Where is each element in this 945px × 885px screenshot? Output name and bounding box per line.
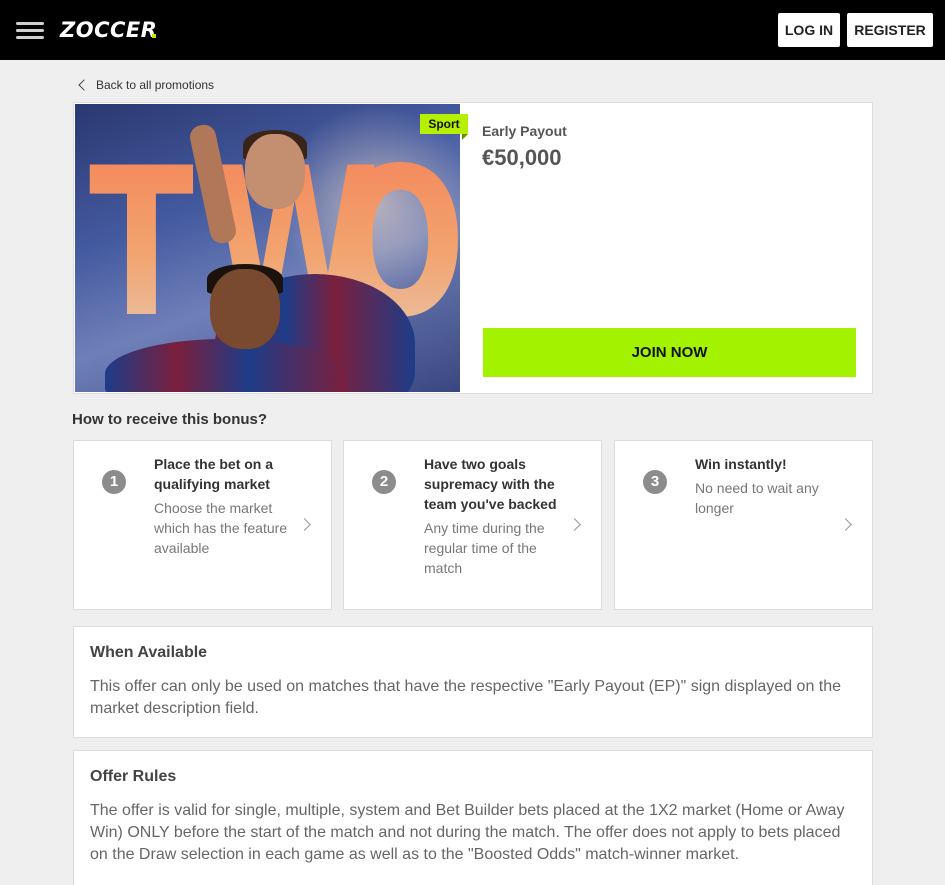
chevron-right-icon [298, 518, 311, 531]
when-available-section: When Available This offer can only be us… [73, 626, 873, 738]
step-title: Place the bet on a qualifying market Cho… [154, 454, 289, 558]
chevron-right-icon [839, 518, 852, 531]
badge-tail [462, 134, 468, 140]
section-title: How to receive this bonus? [72, 411, 268, 428]
step-card[interactable]: 3 Win instantly! No need to wait any lon… [614, 440, 873, 610]
logo-dot [152, 34, 157, 38]
promotion-type: Early Payout [482, 123, 567, 139]
step-description: Choose the market which has the feature … [154, 500, 288, 556]
offer-rules-section: Offer Rules The offer is valid for singl… [73, 750, 873, 885]
step-title-text: Place the bet on a qualifying market [154, 456, 274, 492]
login-button[interactable]: LOG IN [778, 13, 840, 47]
step-card[interactable]: 1 Place the bet on a qualifying market C… [73, 440, 332, 610]
step-title: Win instantly! No need to wait any longe… [695, 454, 830, 518]
step-title-text: Have two goals supremacy with the team y… [424, 456, 557, 512]
chevron-right-icon [568, 518, 581, 531]
image-letter: T [89, 125, 194, 363]
back-to-promotions-link[interactable]: Back to all promotions [76, 76, 214, 94]
back-link-label: Back to all promotions [96, 78, 215, 92]
offer-rules-title: Offer Rules [90, 768, 177, 785]
step-card[interactable]: 2 Have two goals supremacy with the team… [343, 440, 602, 610]
step-description: No need to wait any longer [695, 480, 819, 516]
menu-icon[interactable] [16, 20, 44, 40]
player-head [245, 134, 305, 209]
promotion-image: T W O [75, 104, 460, 392]
step-description: Any time during the regular time of the … [424, 520, 545, 576]
step-title: Have two goals supremacy with the team y… [424, 454, 559, 578]
register-button[interactable]: REGISTER [847, 13, 933, 47]
promotion-amount: €50,000 [482, 145, 562, 170]
when-available-text: This offer can only be used on matches t… [90, 678, 842, 717]
category-badge: Sport [420, 114, 468, 134]
logo-text: ZOCCER [60, 18, 158, 42]
step-number: 3 [643, 470, 667, 494]
logo[interactable]: ZOCCER [60, 16, 157, 44]
step-number: 1 [102, 470, 126, 494]
join-now-button[interactable]: JOIN NOW [483, 328, 856, 377]
top-navigation-bar: ZOCCER LOG IN REGISTER [0, 0, 945, 60]
promotion-card: T W O Sport Early Payout €50,000 JOIN NO… [73, 102, 873, 394]
offer-rules-text: The offer is valid for single, multiple,… [90, 802, 845, 863]
step-title-text: Win instantly! [695, 456, 787, 472]
chevron-left-icon [78, 79, 90, 91]
when-available-title: When Available [90, 644, 208, 661]
player-head [210, 269, 280, 349]
step-number: 2 [372, 470, 396, 494]
